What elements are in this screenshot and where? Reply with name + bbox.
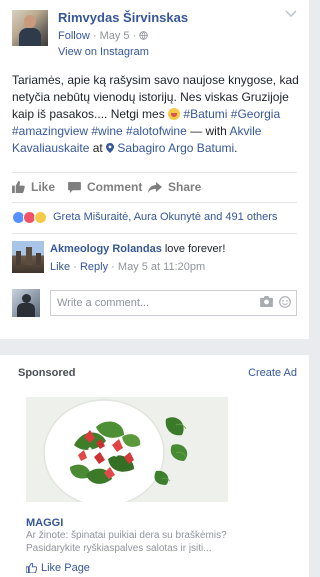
comment-time[interactable]: May 5 at 11:20pm [118,261,205,273]
like-button[interactable]: Like [12,180,55,194]
create-ad-link[interactable]: Create Ad [248,367,297,379]
post-actions: Like Comment Share [12,178,297,198]
separator-dot: · [132,30,137,42]
comment-label: Comment [87,180,143,194]
ad-description: Ar žinote: špinatai puikiai dera su braš… [26,530,227,554]
write-comment-row [12,289,297,317]
follow-link[interactable]: Follow [58,30,90,42]
comment-item: Akmeology Rolandas love forever! Like · R… [12,241,297,273]
author-name[interactable]: Rimvydas Širvinskas [58,10,188,25]
with-text: — with [186,124,230,138]
divider [12,202,297,203]
post-meta: Follow · May 5 · [58,30,149,42]
globe-icon [139,31,149,40]
ad-title[interactable]: MAGGI [26,517,63,529]
thumbs-up-icon [26,563,37,573]
comment-icon [68,181,81,193]
divider [12,172,297,173]
like-label: Like [31,180,56,194]
comment-text: love forever! [164,243,226,255]
share-arrow-icon [148,181,162,193]
post-date[interactable]: May 5 [100,30,130,42]
wow-reaction-icon [34,210,47,224]
comment-like-link[interactable]: Like [50,261,70,273]
post-card: Rimvydas Širvinskas Follow · May 5 · Vie… [0,0,309,339]
like-page-label: Like Page [41,562,90,574]
meta-dot: · [73,261,77,273]
period: . [234,141,238,155]
comment-button[interactable]: Comment [68,180,142,194]
meta-separator: · [92,30,97,42]
location-link[interactable]: Sabagiro Argo Batumi [117,141,234,155]
commenter-avatar[interactable] [12,241,44,273]
chevron-down-icon[interactable] [285,10,297,20]
comment-meta: Like · Reply · May 5 at 11:20pm [50,261,205,273]
share-label: Share [168,180,202,194]
sponsored-header: Sponsored [18,367,76,379]
camera-icon[interactable] [260,296,273,307]
divider [12,233,297,234]
comment-reply-link[interactable]: Reply [80,261,108,273]
reactions-names[interactable]: Greta Mišuraitė, Aura Okunytė and 491 ot… [53,211,277,223]
view-on-instagram-link[interactable]: View on Instagram [58,46,149,58]
share-button[interactable]: Share [148,180,201,194]
commenter-name-line: Akmeology Rolandas love forever! [50,243,225,255]
author-avatar[interactable] [12,10,48,46]
at-text: at [89,141,107,155]
ad-image[interactable] [26,397,228,502]
spinach-strawberry-salad-image [26,397,228,502]
meta-dot: · [111,261,115,273]
sponsored-panel: Sponsored Create Ad MAGGI Ar žinote: špi… [0,355,309,577]
comment-input-icons [260,296,291,308]
current-user-avatar [12,289,40,317]
emoji-icon[interactable] [279,296,291,308]
thumbs-up-icon [12,181,25,193]
post-text: Tariamės, apie ką rašysim savo naujose k… [12,72,302,157]
heart-eyes-emoji-icon [168,108,181,120]
post-header: Rimvydas Širvinskas Follow · May 5 · Vie… [12,10,297,58]
commenter-name[interactable]: Akmeology Rolandas [50,243,162,255]
like-page-button[interactable]: Like Page [26,562,90,574]
reactions-summary[interactable]: Greta Mišuraitė, Aura Okunytė and 491 ot… [12,209,277,225]
location-pin-icon [106,143,115,153]
